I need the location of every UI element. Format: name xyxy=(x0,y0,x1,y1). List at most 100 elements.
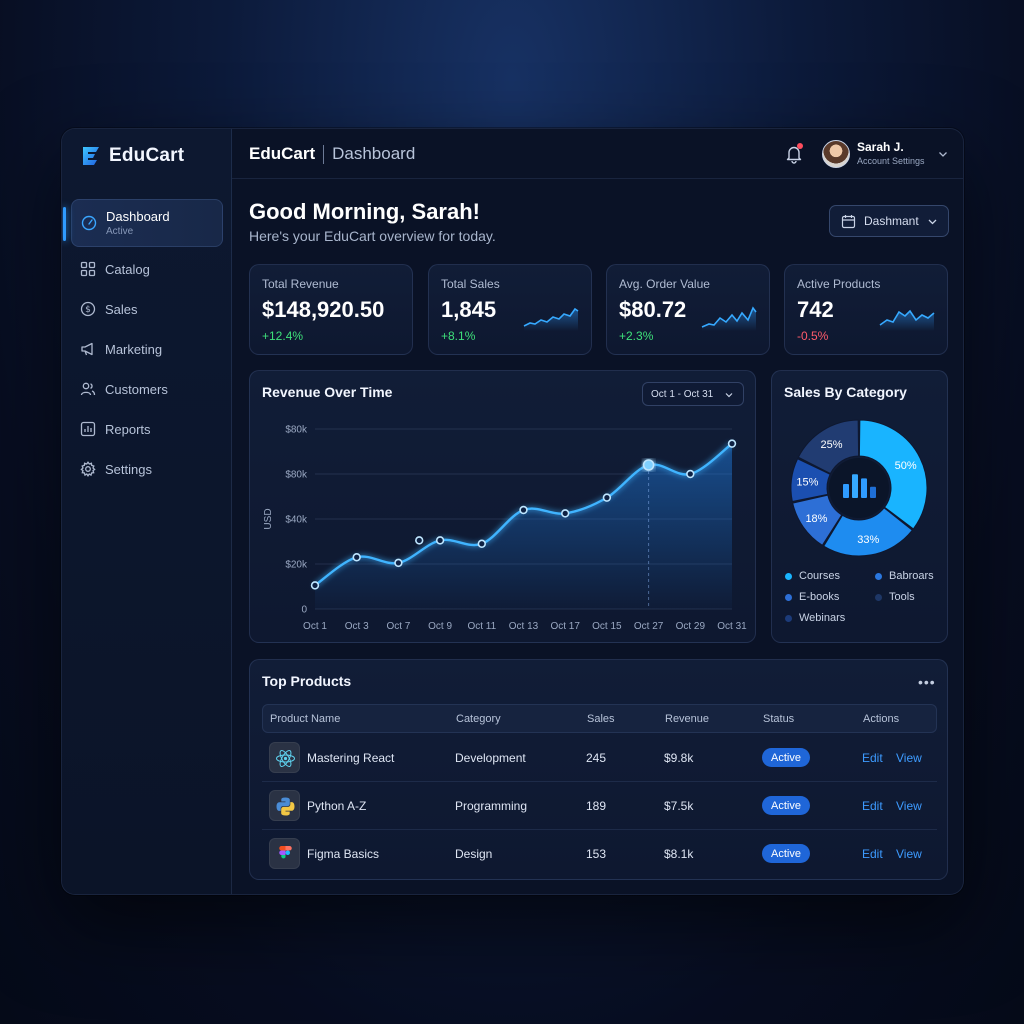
slice-label: 33% xyxy=(857,534,879,546)
figma-icon xyxy=(279,846,292,859)
x-tick-label: Oct 29 xyxy=(676,621,706,632)
sidebar-nav: Dashboard Active Catalog $ Sales Marketi… xyxy=(62,199,232,489)
kpi-value: 742 xyxy=(797,297,834,322)
product-sales: 245 xyxy=(586,751,607,765)
slice-label: 15% xyxy=(796,477,818,489)
sidebar-item-settings[interactable]: Settings xyxy=(71,449,223,489)
breadcrumb-app[interactable]: EduCart xyxy=(249,144,315,164)
data-point xyxy=(642,459,655,471)
center-chart-icon-bar xyxy=(843,484,849,498)
users-icon xyxy=(80,382,96,396)
table-row[interactable]: Python A-Z Programming 189 $7.5k Active … xyxy=(262,782,937,830)
y-tick-label: $20k xyxy=(285,560,308,571)
column-header-product-name[interactable]: Product Name xyxy=(270,713,340,725)
legend-swatch xyxy=(785,614,792,622)
view-link[interactable]: View xyxy=(896,799,922,813)
kpi-delta: +8.1% xyxy=(441,329,476,343)
legend-label: Babroars xyxy=(889,570,934,582)
data-point xyxy=(310,581,320,590)
sidebar: EduCart Dashboard Active Catalog $ Sales… xyxy=(62,129,232,894)
brand[interactable]: EduCart xyxy=(80,143,184,169)
more-options-icon[interactable]: ••• xyxy=(918,674,936,690)
product-sales: 189 xyxy=(586,799,607,813)
category-donut-chart[interactable]: 50% 33% 18% 15% 25% xyxy=(772,409,947,559)
legend-label: Courses xyxy=(799,570,840,582)
revenue-line-chart[interactable]: 0 $20k $40k $80k $80k USD Oct 1 Oct 3 Oct 7 Oct 9… xyxy=(250,403,755,643)
legend-item-babroars: Babroars xyxy=(875,570,934,582)
product-category: Programming xyxy=(455,799,528,813)
topbar: EduCart Dashboard Sarah J. Account Setti… xyxy=(232,129,963,179)
date-range-label: Oct 1 - Oct 31 xyxy=(651,388,714,400)
product-name[interactable]: Mastering React xyxy=(307,751,394,765)
edit-link[interactable]: Edit xyxy=(862,799,883,813)
x-tick-label: Oct 9 xyxy=(428,621,452,632)
sidebar-item-marketing[interactable]: Marketing xyxy=(71,329,223,369)
y-tick-label: $80k xyxy=(285,425,308,436)
view-link[interactable]: View xyxy=(896,847,922,861)
educart-logo-icon xyxy=(83,147,99,165)
category-chart-title: Sales By Category xyxy=(784,384,907,400)
dashboard-dropdown[interactable]: Dashmant xyxy=(829,205,949,237)
sidebar-item-dashboard[interactable]: Dashboard Active xyxy=(63,199,223,247)
product-category: Development xyxy=(455,751,526,765)
data-point xyxy=(352,553,361,562)
edit-link[interactable]: Edit xyxy=(862,847,883,861)
app-window: EduCart Dashboard Active Catalog $ Sales… xyxy=(61,128,964,895)
sidebar-item-reports[interactable]: Reports xyxy=(71,409,223,449)
dashboard-dropdown-label: Dashmant xyxy=(864,214,919,228)
legend-swatch xyxy=(785,593,792,601)
kpi-card-total-revenue[interactable]: Total Revenue $148,920.50 +12.4% xyxy=(249,264,413,355)
x-tick-label: Oct 7 xyxy=(386,621,410,632)
y-tick-label: $40k xyxy=(285,515,308,526)
category-chart-card: Sales By Category 50% 33% 18% 15% 25% Course… xyxy=(771,370,948,643)
sidebar-item-sales[interactable]: $ Sales xyxy=(71,289,223,329)
bar-chart-icon xyxy=(80,421,96,437)
column-header-sales[interactable]: Sales xyxy=(587,713,615,725)
sidebar-item-customers[interactable]: Customers xyxy=(71,369,223,409)
breadcrumb-divider xyxy=(323,144,325,164)
gauge-icon xyxy=(81,215,97,231)
kpi-card-avg-order-value[interactable]: Avg. Order Value $80.72 +2.3% xyxy=(606,264,770,355)
svg-text:$: $ xyxy=(85,305,91,315)
sidebar-item-label: Customers xyxy=(105,381,168,397)
column-header-category[interactable]: Category xyxy=(456,713,501,725)
kpi-card-total-sales[interactable]: Total Sales 1,845 +8.1% xyxy=(428,264,592,355)
breadcrumb-page: Dashboard xyxy=(332,144,416,163)
chevron-down-icon xyxy=(725,393,733,398)
legend-item-webinars: Webinars xyxy=(785,612,845,624)
data-point xyxy=(477,539,487,548)
chevron-down-icon[interactable] xyxy=(938,149,948,159)
avatar[interactable] xyxy=(822,140,850,168)
donut-center xyxy=(829,458,889,518)
product-name[interactable]: Python A-Z xyxy=(307,799,366,813)
user-name[interactable]: Sarah J. xyxy=(857,140,904,154)
top-products-card: Top Products ••• Product Name Category S… xyxy=(249,659,948,880)
product-name[interactable]: Figma Basics xyxy=(307,847,379,861)
account-settings-link[interactable]: Account Settings xyxy=(857,156,925,166)
data-point xyxy=(561,509,570,518)
data-point xyxy=(394,558,403,568)
kpi-card-active-products[interactable]: Active Products 742 -0.5% xyxy=(784,264,948,355)
column-header-status[interactable]: Status xyxy=(763,713,794,725)
megaphone-icon xyxy=(81,342,93,356)
notification-dot xyxy=(797,143,803,149)
column-header-actions: Actions xyxy=(863,713,900,725)
edit-link[interactable]: Edit xyxy=(862,751,883,765)
product-revenue: $8.1k xyxy=(664,847,694,861)
kpi-label: Total Sales xyxy=(441,277,500,291)
column-header-revenue[interactable]: Revenue xyxy=(665,713,709,725)
x-tick-label: Oct 27 xyxy=(634,621,664,632)
table-row[interactable]: Mastering React Development 245 $9.8k Ac… xyxy=(262,734,937,782)
page-subtitle: Here's your EduCart overview for today. xyxy=(249,228,496,244)
status-badge: Active xyxy=(762,748,810,767)
slice-label: 25% xyxy=(820,439,842,451)
slice-label: 18% xyxy=(805,513,827,525)
view-link[interactable]: View xyxy=(896,751,922,765)
product-category: Design xyxy=(455,847,493,861)
legend-label: E-books xyxy=(799,591,840,603)
data-point xyxy=(727,439,737,448)
table-row[interactable]: Figma Basics Design 153 $8.1k Active Edi… xyxy=(262,830,937,878)
x-tick-label: Oct 31 xyxy=(717,621,747,632)
sidebar-item-catalog[interactable]: Catalog xyxy=(71,249,223,289)
react-icon xyxy=(276,750,295,767)
